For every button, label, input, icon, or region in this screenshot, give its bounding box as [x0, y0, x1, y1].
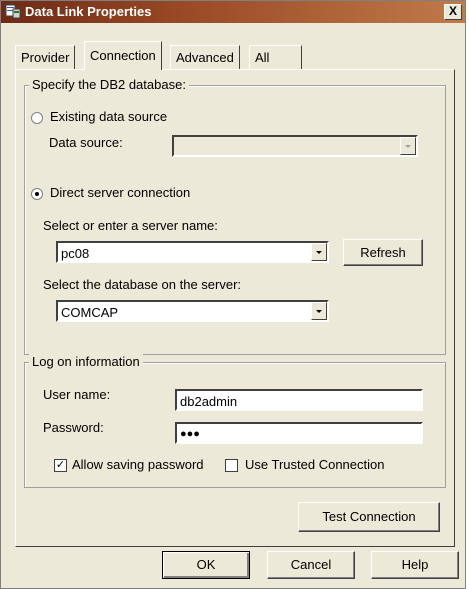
- direct-server-connection-radio[interactable]: [31, 188, 43, 200]
- existing-data-source-label[interactable]: Existing data source: [50, 109, 167, 124]
- allow-saving-password-checkbox[interactable]: ✓: [54, 459, 67, 472]
- help-button[interactable]: Help: [371, 551, 459, 579]
- data-link-icon: [5, 4, 21, 19]
- tab-all[interactable]: All: [249, 45, 302, 69]
- window-title: Data Link Properties: [25, 4, 152, 19]
- refresh-button[interactable]: Refresh: [343, 239, 423, 266]
- logon-group-label: Log on information: [29, 354, 143, 369]
- use-trusted-connection-label[interactable]: Use Trusted Connection: [245, 457, 384, 472]
- tab-provider[interactable]: Provider: [15, 45, 76, 69]
- direct-server-connection-label[interactable]: Direct server connection: [50, 185, 190, 200]
- username-label: User name:: [43, 387, 111, 402]
- checkmark-icon: ✓: [55, 459, 66, 471]
- existing-data-source-radio[interactable]: [31, 112, 43, 124]
- chevron-down-icon: [400, 137, 416, 155]
- username-value[interactable]: db2admin: [180, 394, 237, 409]
- allow-saving-password-label[interactable]: Allow saving password: [72, 457, 204, 472]
- chevron-down-icon[interactable]: [311, 243, 327, 261]
- test-connection-button[interactable]: Test Connection: [298, 502, 440, 532]
- database-value[interactable]: COMCAP: [61, 305, 118, 320]
- data-link-properties-window: Data Link Properties X Provider Connecti…: [0, 0, 466, 589]
- db2-database-group-label: Specify the DB2 database:: [29, 77, 189, 92]
- connection-tab-panel: Specify the DB2 database: Existing data …: [15, 69, 455, 547]
- logon-information-group: Log on information User name: db2admin P…: [24, 354, 446, 488]
- tab-connection[interactable]: Connection: [84, 41, 162, 70]
- server-name-value[interactable]: pc08: [61, 246, 89, 261]
- server-name-label: Select or enter a server name:: [43, 218, 218, 233]
- title-bar[interactable]: Data Link Properties X: [1, 1, 465, 23]
- cancel-button[interactable]: Cancel: [267, 551, 355, 579]
- tab-advanced[interactable]: Advanced: [170, 45, 240, 69]
- data-source-select: [172, 135, 418, 157]
- use-trusted-connection-checkbox[interactable]: [225, 459, 238, 472]
- password-value[interactable]: ●●●: [180, 428, 200, 440]
- database-label: Select the database on the server:: [43, 277, 242, 292]
- password-input[interactable]: ●●●: [175, 422, 423, 444]
- username-input[interactable]: db2admin: [175, 389, 423, 411]
- radio-selected-dot: [35, 192, 39, 196]
- db2-database-group: Specify the DB2 database: Existing data …: [24, 77, 446, 355]
- database-combobox[interactable]: COMCAP: [56, 300, 329, 322]
- close-button[interactable]: X: [444, 4, 462, 20]
- data-source-label: Data source:: [49, 135, 123, 150]
- password-label: Password:: [43, 420, 104, 435]
- chevron-down-icon[interactable]: [311, 302, 327, 320]
- ok-button[interactable]: OK: [162, 551, 250, 579]
- server-name-combobox[interactable]: pc08: [56, 241, 329, 263]
